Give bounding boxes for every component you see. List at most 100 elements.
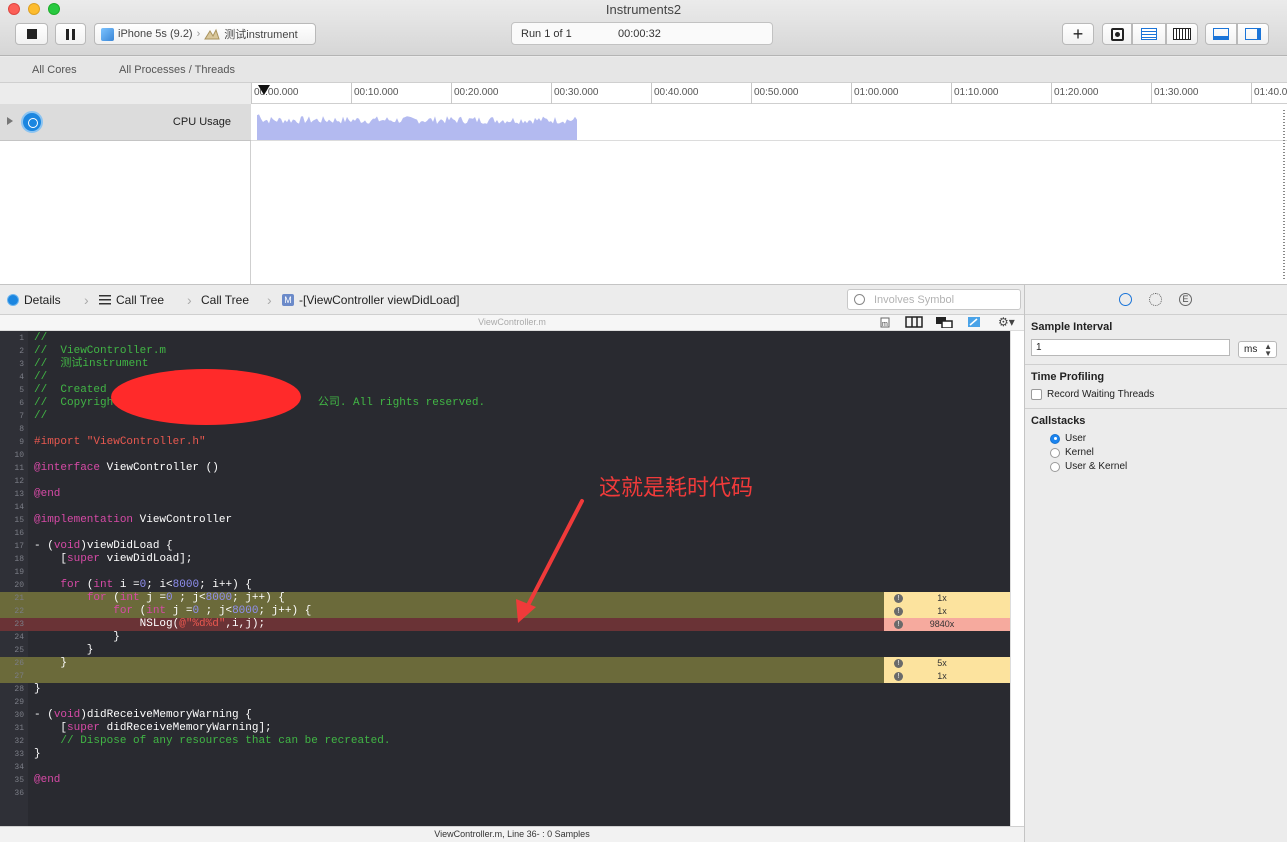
source-line[interactable]: 31 [super didReceiveMemoryWarning]; [0, 722, 1010, 735]
source-line[interactable]: 11 @interface ViewController () [0, 462, 1010, 475]
source-line[interactable]: 30 - (void)didReceiveMemoryWarning { [0, 709, 1010, 722]
line-number: 29 [14, 698, 24, 707]
source-line[interactable]: 20 for (int i =0; i<8000; i++) { [0, 579, 1010, 592]
radio-icon[interactable] [1050, 461, 1060, 472]
svg-text:m: m [882, 321, 888, 328]
sample-interval-field[interactable]: 1 [1031, 339, 1230, 356]
target-selector[interactable]: iPhone 5s (9.2) › 测试instrument [94, 23, 316, 45]
symbol-search-field[interactable] [847, 289, 1021, 310]
record-settings-button[interactable] [1102, 23, 1132, 45]
toggle-inspector-button[interactable] [1237, 23, 1269, 45]
sample-interval-unit-select[interactable]: ms ▲ ▼ [1238, 341, 1277, 358]
split-view-icon[interactable] [905, 316, 923, 328]
add-instrument-button[interactable]: + [1062, 23, 1094, 45]
line-number: 5 [19, 386, 24, 395]
assembly-view-icon[interactable] [935, 316, 953, 328]
record-settings-tab-icon[interactable] [1119, 293, 1132, 306]
source-line[interactable]: 14 [0, 501, 1010, 514]
timeline-ruler[interactable]: 00:00.000 00:10.000 00:20.000 00:30.000 … [251, 83, 1287, 104]
cpu-usage-area [257, 114, 577, 140]
radio-icon[interactable] [1050, 447, 1060, 458]
toggle-detail-pane-button[interactable] [1205, 23, 1237, 45]
source-line[interactable]: 35 @end [0, 774, 1010, 787]
source-line[interactable]: 13 @end [0, 488, 1010, 501]
source-line[interactable]: 21 for (int j =0 ; j<8000; j++) {! 1x [0, 592, 1010, 605]
source-line[interactable]: 1 // [0, 332, 1010, 345]
sample-count-badge[interactable]: ! 1x [884, 670, 1010, 683]
line-code: // Dispose of any resources that can be … [60, 735, 391, 747]
unit-label: ms [1244, 344, 1258, 355]
source-line[interactable]: 32 // Dispose of any resources that can … [0, 735, 1010, 748]
sample-count-badge[interactable]: ! 9840x [884, 618, 1010, 631]
window-resize-edge[interactable] [1283, 110, 1285, 280]
sample-count-badge[interactable]: ! 1x [884, 605, 1010, 618]
source-header: ViewController.m m ⚙▾ [0, 315, 1024, 331]
display-settings-tab-icon[interactable] [1149, 293, 1162, 306]
breadcrumb-symbol[interactable]: M -[ViewController viewDidLoad] [282, 293, 460, 307]
line-code: NSLog(@"%d%d",i,j); [34, 618, 266, 630]
source-line[interactable]: 12 [0, 475, 1010, 488]
source-line[interactable]: 18 [super viewDidLoad]; [0, 553, 1010, 566]
editor-scroll-area[interactable] [1010, 331, 1024, 826]
record-waiting-threads-checkbox[interactable]: Record Waiting Threads [1031, 389, 1287, 400]
source-line[interactable]: 23 NSLog(@"%d%d",i,j);! 9840x [0, 618, 1010, 631]
line-number: 14 [14, 503, 24, 512]
section-title: Time Profiling [1031, 371, 1105, 383]
checkbox-icon[interactable] [1031, 389, 1042, 400]
callstack-option-user-kernel[interactable]: User & Kernel [1050, 461, 1287, 472]
source-line[interactable]: 29 [0, 696, 1010, 709]
line-number: 19 [14, 568, 24, 577]
line-number: 6 [19, 399, 24, 408]
cpu-usage-gauge-icon [21, 111, 43, 133]
list-view-button[interactable] [1132, 23, 1166, 45]
source-line[interactable]: 22 for (int j =0 ; j<8000; j++) {! 1x [0, 605, 1010, 618]
source-line[interactable]: 19 [0, 566, 1010, 579]
source-line[interactable]: 15 @implementation ViewController [0, 514, 1010, 527]
radio-icon[interactable] [1050, 433, 1060, 444]
callstack-option-user[interactable]: User [1050, 433, 1287, 444]
track-header-cpu-usage[interactable]: CPU Usage [0, 104, 251, 141]
sample-count: 9840x [929, 619, 955, 629]
source-line[interactable]: 25 } [0, 644, 1010, 657]
all-cores-button[interactable]: All Cores [32, 64, 77, 76]
symbol-search-input[interactable] [874, 292, 1014, 307]
sample-count-badge[interactable]: ! 1x [884, 592, 1010, 605]
source-line[interactable]: 8 [0, 423, 1010, 436]
keyboard-view-button[interactable] [1166, 23, 1198, 45]
source-line[interactable]: 17 - (void)viewDidLoad { [0, 540, 1010, 553]
gear-icon[interactable]: ⚙▾ [998, 315, 1015, 329]
all-processes-button[interactable]: All Processes / Threads [119, 64, 235, 76]
inspector-tabs: E [1025, 284, 1287, 315]
source-line[interactable]: 34 [0, 761, 1010, 774]
cpu-usage-track[interactable] [251, 104, 1287, 141]
source-line[interactable]: 3 // 测试instrument [0, 358, 1010, 371]
source-line[interactable]: 33} [0, 748, 1010, 761]
source-line[interactable]: 26 }! 5x [0, 657, 1010, 670]
line-number: 22 [14, 607, 24, 616]
breadcrumb-call-tree-2[interactable]: Call Tree [201, 293, 249, 307]
stop-button[interactable] [15, 23, 48, 45]
scope-bar: All Cores All Processes / Threads [0, 57, 1287, 83]
playhead-icon[interactable] [258, 85, 270, 95]
disclosure-triangle-icon[interactable] [7, 117, 13, 125]
breadcrumb-details[interactable]: Details [7, 293, 61, 307]
source-line[interactable]: 16 [0, 527, 1010, 540]
extended-detail-tab-icon[interactable]: E [1179, 293, 1192, 306]
source-line[interactable]: 36 [0, 787, 1010, 800]
pause-button[interactable] [55, 23, 86, 45]
source-line[interactable]: 28} [0, 683, 1010, 696]
source-line[interactable]: 9 #import "ViewController.h" [0, 436, 1010, 449]
instrument-list: CPU Usage [0, 104, 251, 284]
source-line[interactable]: 10 [0, 449, 1010, 462]
source-line[interactable]: 2 // ViewController.m [0, 345, 1010, 358]
source-line[interactable]: 24 } [0, 631, 1010, 644]
track-area[interactable] [251, 104, 1287, 284]
sample-count-badge[interactable]: ! 5x [884, 657, 1010, 670]
pause-icon [66, 28, 75, 40]
file-type-icon[interactable]: m [880, 316, 890, 328]
breadcrumb-call-tree[interactable]: Call Tree [99, 293, 164, 307]
run-status[interactable]: Run 1 of 1 00:00:32 [511, 22, 773, 45]
open-in-xcode-icon[interactable] [967, 316, 981, 328]
callstack-option-kernel[interactable]: Kernel [1050, 447, 1287, 458]
source-line[interactable]: 27! 1x [0, 670, 1010, 683]
